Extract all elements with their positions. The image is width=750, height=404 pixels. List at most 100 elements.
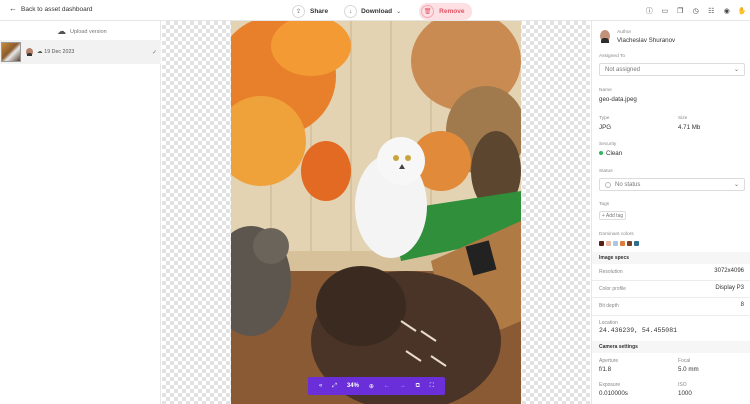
resolution-label: Resolution (599, 269, 623, 275)
chevron-down-icon: ⌄ (733, 67, 739, 73)
chevron-down-icon: ⌄ (396, 9, 402, 15)
share-label: Share (310, 8, 329, 15)
status-dot (599, 151, 603, 155)
name-label: Name (599, 88, 612, 93)
cloud-icon: ☁ (37, 49, 43, 55)
bitdepth-value: 8 (740, 302, 744, 308)
camera-settings-header: Camera settings (592, 341, 750, 353)
profile-label: Color profile (599, 286, 626, 292)
download-button[interactable]: ↓ Download ⌄ (344, 5, 401, 18)
size-value: 4.71 Mb (678, 124, 701, 131)
remove-button[interactable]: 🗑 Remove (419, 3, 473, 20)
upload-version-button[interactable]: ☁ Upload version (57, 26, 107, 37)
type-value: JPG (599, 124, 612, 131)
security-text: Clean (606, 150, 623, 157)
status-label: Status (599, 169, 613, 174)
top-bar: ← Back to asset dashboard ⇪ Share ↓ Down… (0, 0, 750, 21)
author-label: Author (617, 30, 632, 35)
trash-icon: 🗑 (421, 5, 435, 18)
info-icon[interactable]: ⓘ (642, 0, 658, 21)
iso-label: ISO (678, 382, 687, 388)
collapse-icon[interactable]: « (319, 383, 322, 389)
adjust-icon[interactable]: ☷ (704, 0, 720, 21)
assigned-label: Assigned To (599, 54, 626, 59)
history-icon[interactable]: ◷ (688, 0, 704, 21)
image-canvas[interactable]: « ⤢ 34% ⊕ ← → ⧉ ⛶ (162, 21, 590, 404)
location-label: Location (599, 320, 618, 326)
location-value: 24.436239, 54.455081 (599, 327, 678, 334)
color-swatch (606, 241, 611, 246)
color-swatch (599, 241, 604, 246)
zoom-level[interactable]: 34% (347, 383, 359, 389)
fit-icon[interactable]: ⤢ (332, 383, 337, 390)
colors-label: Dominant colors (599, 232, 634, 237)
view-icon[interactable]: ◉ (719, 0, 735, 21)
arrow-left-icon[interactable]: ← (384, 383, 390, 389)
dominant-colors (599, 241, 639, 246)
check-icon: ✓ (151, 49, 157, 56)
focal-value: 5.0 mm (678, 366, 699, 373)
color-swatch (627, 241, 632, 246)
status-select[interactable]: No status ⌄ (599, 178, 745, 191)
image-specs-header: Image specs (592, 252, 750, 264)
right-toolbar: ⓘ ▭ ❐ ◷ ☷ ◉ ✋ (642, 0, 750, 21)
details-panel: Author Vlacheslav Shuranov Assigned To N… (591, 21, 750, 404)
versions-icon[interactable]: ❐ (673, 0, 689, 21)
bitdepth-label: Bit depth (599, 303, 619, 309)
version-thumbnail (1, 42, 21, 62)
profile-value: Display P3 (715, 285, 744, 291)
download-icon: ↓ (344, 5, 358, 18)
zoom-toolbar: « ⤢ 34% ⊕ ← → ⧉ ⛶ (308, 377, 445, 395)
author-name: Vlacheslav Shuranov (617, 37, 676, 44)
share-icon: ⇪ (292, 5, 305, 18)
assignee-select[interactable]: Not assigned ⌄ (599, 63, 745, 76)
compare-icon[interactable]: ⧉ (416, 383, 420, 390)
upload-label: Upload version (70, 28, 107, 35)
divider (592, 297, 750, 298)
aperture-value: f/1.8 (599, 366, 612, 373)
version-date-text: 19 Dec 2023 (44, 49, 75, 55)
focal-label: Focal (678, 358, 691, 364)
back-link[interactable]: ← Back to asset dashboard (9, 5, 93, 13)
exposure-value: 0.010000s (599, 390, 628, 397)
divider (592, 280, 750, 281)
version-date: ☁ 19 Dec 2023 (37, 49, 74, 55)
add-tag-button[interactable]: + Add tag (599, 211, 626, 220)
security-value: Clean (599, 150, 622, 157)
assignee-value: Not assigned (605, 66, 641, 73)
zoom-in-icon[interactable]: ⊕ (369, 383, 374, 390)
back-label: Back to asset dashboard (21, 5, 93, 13)
resolution-value: 3072x4096 (714, 268, 744, 274)
avatar (26, 48, 33, 56)
cloud-upload-icon: ☁ (57, 26, 66, 36)
iso-value: 1000 (678, 390, 692, 397)
share-button[interactable]: ⇪ Share (292, 5, 328, 18)
size-label: Size (678, 116, 688, 121)
security-label: Security (599, 142, 617, 147)
color-swatch (634, 241, 639, 246)
arrow-right-icon[interactable]: → (400, 383, 406, 389)
hand-icon[interactable]: ✋ (735, 0, 750, 21)
type-label: Type (599, 116, 610, 121)
avatar (600, 30, 610, 43)
arrow-left-icon: ← (9, 4, 17, 13)
exposure-label: Exposure (599, 382, 621, 388)
versions-panel: ☁ Upload version ☁ 19 Dec 2023 ✓ (0, 21, 161, 404)
fullscreen-icon[interactable]: ⛶ (430, 383, 434, 390)
divider (592, 315, 750, 316)
comment-icon[interactable]: ▭ (657, 0, 673, 21)
owl-photo (231, 21, 521, 404)
remove-label: Remove (439, 8, 465, 15)
version-item[interactable]: ☁ 19 Dec 2023 ✓ (0, 40, 161, 64)
asset-image (231, 21, 521, 404)
color-swatch (620, 241, 625, 246)
aperture-label: Aperture (599, 358, 619, 364)
color-swatch (613, 241, 618, 246)
download-label: Download (361, 8, 393, 15)
status-circle-icon (605, 181, 611, 188)
center-toolbar: ⇪ Share ↓ Download ⌄ 🗑 Remove (292, 3, 473, 20)
name-value: geo-data.jpeg (599, 96, 637, 103)
status-value: No status (615, 181, 641, 188)
tags-label: Tags (599, 202, 610, 207)
chevron-down-icon: ⌄ (733, 182, 739, 188)
